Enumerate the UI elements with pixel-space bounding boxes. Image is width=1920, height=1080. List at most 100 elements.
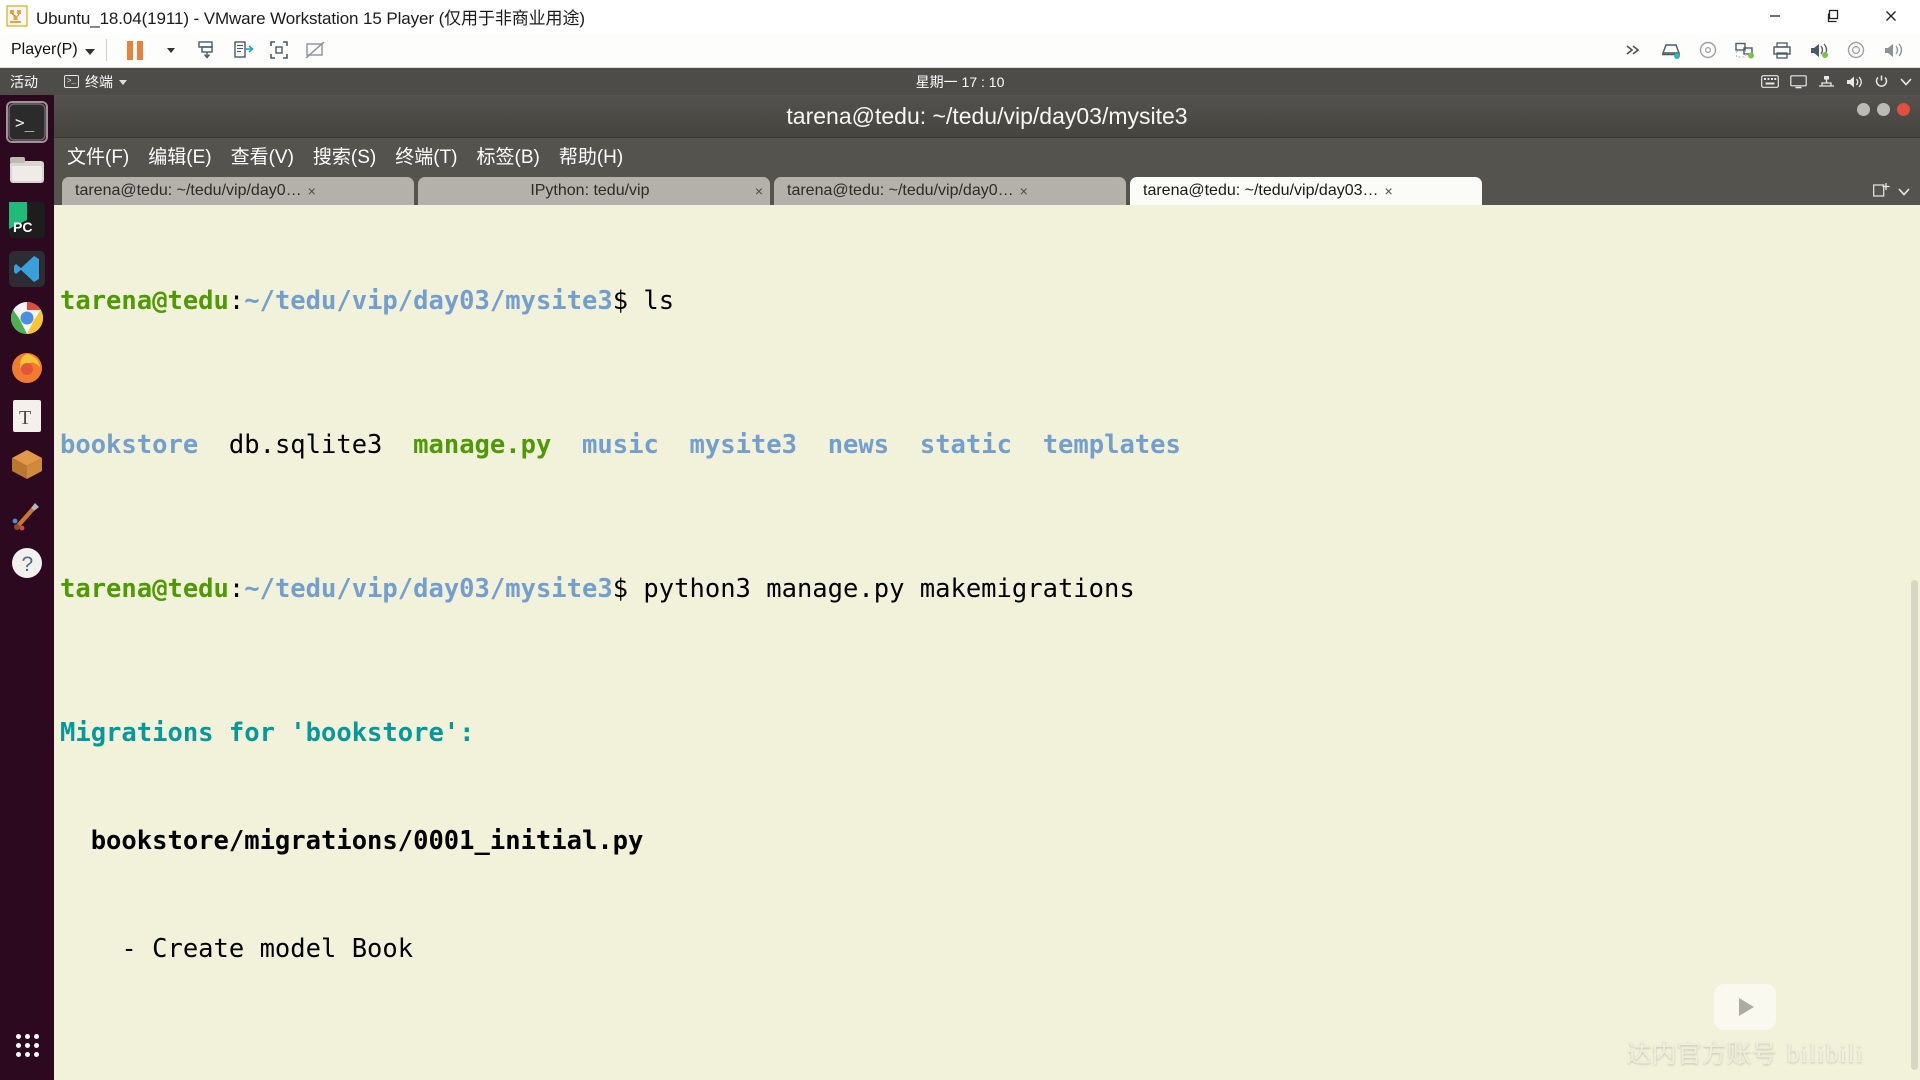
dock-item-text-editor[interactable]: T (6, 395, 48, 437)
vmware-close-button[interactable] (1862, 0, 1920, 33)
ubuntu-guest-screen: 活动 >_ 终端 星期一 17 : 10 (0, 68, 1920, 1080)
ls-dir: music (582, 430, 659, 460)
terminal-output-text: - Create model Book (60, 934, 413, 964)
tab-close-icon[interactable]: × (755, 183, 763, 199)
terminal-minimize-button[interactable] (1857, 103, 1870, 116)
ubuntu-dock: >_ PC (0, 95, 54, 1080)
terminal-close-button[interactable] (1897, 103, 1910, 116)
prompt-colon: : (229, 286, 244, 316)
menu-help[interactable]: 帮助(H) (559, 142, 623, 169)
tab-label: IPython: tedu/vip (431, 182, 749, 200)
show-applications-button[interactable] (6, 1024, 48, 1066)
app-menu-button[interactable]: >_ 终端 (64, 72, 127, 92)
power-icon (1874, 74, 1889, 89)
dock-item-software[interactable] (6, 444, 48, 486)
activities-button[interactable]: 活动 (10, 72, 38, 92)
terminal-line: bookstore/migrations/0001_initial.py (60, 823, 1920, 859)
vmware-window-title: Ubuntu_18.04(1911) - VMware Workstation … (36, 4, 585, 29)
menu-edit[interactable]: 编辑(E) (148, 142, 211, 169)
prompt-path: ~/tedu/vip/day03/mysite3 (244, 286, 612, 316)
toolbar-divider (106, 39, 107, 61)
usb-controller-icon[interactable] (1839, 35, 1873, 65)
ls-dir: static (920, 430, 1012, 460)
terminal-maximize-button[interactable] (1877, 103, 1890, 116)
dock-item-files[interactable] (6, 150, 48, 192)
chevron-down-icon (1900, 77, 1912, 86)
more-devices-icon[interactable] (1617, 35, 1651, 65)
dock-item-pycharm[interactable]: PC (6, 199, 48, 241)
tab-close-icon[interactable]: × (1020, 183, 1028, 199)
terminal-output-text: Migrations for 'bookstore': (60, 718, 475, 748)
svg-text:PC: PC (13, 219, 32, 235)
grid-icon (16, 1034, 39, 1057)
ls-file: db.sqlite3 (229, 430, 383, 460)
scrollbar-thumb[interactable] (1911, 580, 1918, 1070)
video-watermark: 达内官方账号 bilibili (1627, 984, 1864, 1072)
pause-dropdown-button[interactable] (154, 35, 188, 65)
stretch-guest-button[interactable] (298, 35, 332, 65)
vmware-restore-button[interactable] (1804, 0, 1862, 33)
pause-icon (127, 41, 143, 60)
watermark-logo: bilibili (1787, 1036, 1864, 1072)
vmware-logo-icon (6, 5, 28, 27)
keyboard-icon (1761, 75, 1779, 88)
menu-tabs[interactable]: 标签(B) (477, 142, 540, 169)
display-icon (1790, 75, 1807, 89)
pause-button[interactable] (118, 35, 152, 65)
full-screen-button[interactable] (262, 35, 296, 65)
menu-search[interactable]: 搜索(S) (313, 142, 376, 169)
tab-close-icon[interactable]: × (1385, 183, 1393, 199)
tab-label: tarena@tedu: ~/tedu/vip/day0… (75, 182, 302, 200)
dock-item-firefox[interactable] (6, 346, 48, 388)
terminal-window: tarena@tedu: ~/tedu/vip/day03/mysite3 文件… (54, 95, 1920, 1080)
stretch-off-icon (303, 38, 327, 62)
unity-mode-button[interactable] (226, 35, 260, 65)
player-menu-label: Player(P) (11, 41, 78, 59)
unity-mode-icon (231, 38, 255, 62)
send-ctrl-alt-del-button[interactable] (190, 35, 224, 65)
terminal-command: python3 manage.py makemigrations (628, 574, 1135, 604)
dock-item-help[interactable]: ? (6, 542, 48, 584)
gnome-clock[interactable]: 星期一 17 : 10 (916, 72, 1005, 92)
app-menu-label: 终端 (85, 72, 113, 92)
dock-item-vscode[interactable] (6, 248, 48, 290)
volume-icon (1846, 75, 1863, 89)
sound-card-icon[interactable] (1802, 35, 1836, 65)
audio-output-icon[interactable] (1876, 35, 1910, 65)
terminal-output-text: bookstore/migrations/0001_initial.py (60, 826, 643, 856)
vmware-status-icons (1617, 35, 1910, 65)
ls-dir: news (828, 430, 889, 460)
terminal-tab-4[interactable]: tarena@tedu: ~/tedu/vip/day03… × (1130, 177, 1482, 205)
chevron-down-icon (164, 43, 178, 57)
ls-dir: bookstore (60, 430, 198, 460)
menu-file[interactable]: 文件(F) (67, 142, 129, 169)
terminal-tab-3[interactable]: tarena@tedu: ~/tedu/vip/day0… × (774, 177, 1126, 205)
gnome-status-tray[interactable] (1761, 74, 1912, 89)
terminal-tab-2[interactable]: IPython: tedu/vip × (418, 177, 770, 205)
svg-text:T: T (19, 407, 31, 429)
tab-close-icon[interactable]: × (308, 183, 316, 199)
menu-view[interactable]: 查看(V) (231, 142, 294, 169)
terminal-scrollbar[interactable] (1911, 315, 1918, 1080)
terminal-line: bookstore db.sqlite3 manage.py music mys… (60, 427, 1920, 463)
vmware-minimize-button[interactable] (1746, 0, 1804, 33)
tab-list-caret-icon[interactable] (1898, 183, 1910, 200)
printer-icon[interactable] (1765, 35, 1799, 65)
dock-item-terminal[interactable]: >_ (6, 101, 48, 143)
prompt-dollar: $ (613, 286, 628, 316)
menu-terminal[interactable]: 终端(T) (395, 142, 457, 169)
dock-item-tweaks[interactable] (6, 493, 48, 535)
new-tab-icon[interactable] (1873, 182, 1890, 201)
hard-disk-icon[interactable] (1654, 35, 1688, 65)
terminal-tab-bar: tarena@tedu: ~/tedu/vip/day0… × IPython:… (54, 172, 1920, 205)
prompt-colon: : (229, 574, 244, 604)
terminal-tab-1[interactable]: tarena@tedu: ~/tedu/vip/day0… × (62, 177, 414, 205)
tab-bar-actions (1873, 182, 1920, 205)
terminal-title-bar: tarena@tedu: ~/tedu/vip/day03/mysite3 (54, 95, 1920, 138)
network-adapter-icon[interactable] (1728, 35, 1762, 65)
dock-item-chrome[interactable] (6, 297, 48, 339)
terminal-output[interactable]: tarena@tedu:~/tedu/vip/day03/mysite3$ ls… (54, 205, 1920, 1080)
player-menu-button[interactable]: Player(P) (11, 41, 95, 59)
cd-dvd-icon[interactable] (1691, 35, 1725, 65)
ls-exec: manage.py (413, 430, 551, 460)
